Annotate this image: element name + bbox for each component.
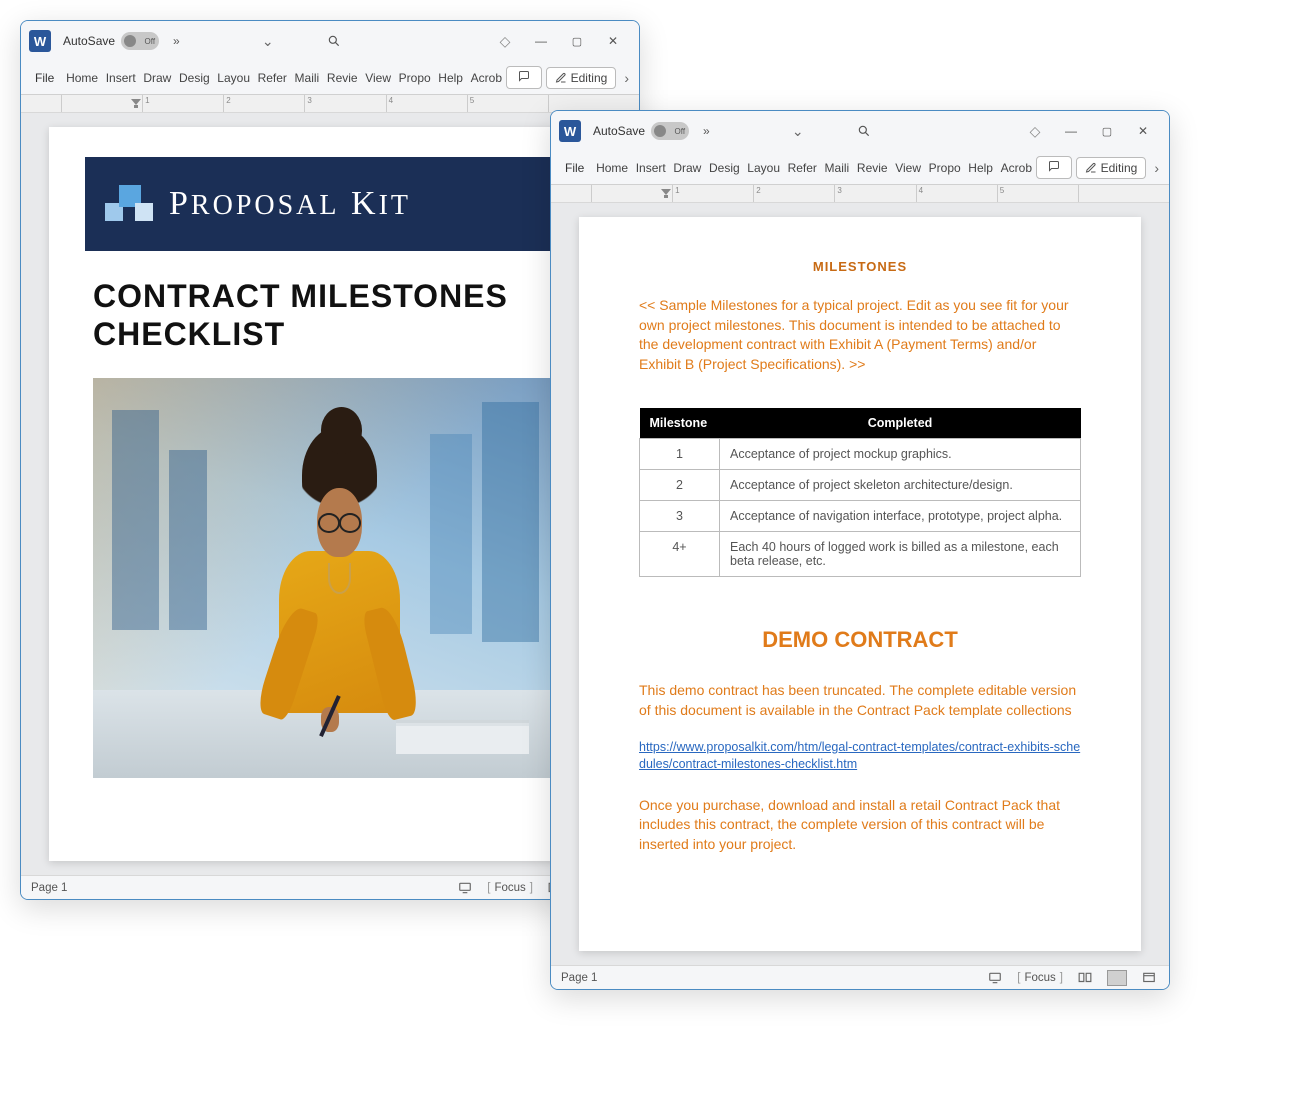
close-button[interactable] (1125, 113, 1161, 149)
status-bar: Page 1 Focus (551, 965, 1169, 989)
autosave-label: AutoSave (63, 34, 115, 48)
maximize-button[interactable]: ▢ (559, 23, 595, 59)
document-page: MILESTONES << Sample Milestones for a ty… (579, 217, 1141, 951)
page-number-label[interactable]: Page 1 (31, 882, 67, 894)
word-app-icon: W (29, 30, 51, 52)
horizontal-ruler[interactable]: 1 2 3 4 5 (551, 185, 1169, 203)
ribbon-tab-insert[interactable]: Insert (102, 65, 140, 91)
word-app-icon: W (559, 120, 581, 142)
maximize-button[interactable]: ▢ (1089, 113, 1125, 149)
ribbon-tab-view[interactable]: View (891, 155, 924, 181)
ribbon-tab-review[interactable]: Revie (323, 65, 361, 91)
qat-dropdown-icon[interactable] (780, 113, 816, 149)
brand-name: PROPOSAL KIT (169, 185, 411, 223)
table-row: 1 Acceptance of project mockup graphics. (640, 439, 1081, 470)
document-area[interactable]: MILESTONES << Sample Milestones for a ty… (551, 203, 1169, 965)
ribbon-tab-file[interactable]: File (557, 155, 592, 181)
table-row: 2 Acceptance of project skeleton archite… (640, 470, 1081, 501)
web-layout-icon[interactable] (1139, 968, 1159, 988)
ribbon-tabs: File Home Insert Draw Desig Layou Refer … (551, 151, 1169, 185)
editing-mode-button[interactable]: Editing (546, 67, 617, 89)
document-page: PROPOSAL KIT CONTRACT MILESTONES CHECKLI… (49, 127, 611, 861)
focus-mode-button[interactable]: Focus (487, 882, 533, 894)
qat-overflow-icon[interactable]: » (173, 34, 180, 48)
table-header-milestone: Milestone (640, 408, 720, 439)
ribbon-tab-review[interactable]: Revie (853, 155, 891, 181)
word-window-2: W AutoSave Off » ▢ File Home Insert Draw… (550, 110, 1170, 990)
ribbon-tab-home[interactable]: Home (592, 155, 632, 181)
minimize-button[interactable] (1053, 113, 1089, 149)
diamond-icon[interactable] (487, 23, 523, 59)
table-row: 3 Acceptance of navigation interface, pr… (640, 501, 1081, 532)
focus-mode-button[interactable]: Focus (1017, 972, 1063, 984)
ribbon-tab-view[interactable]: View (361, 65, 394, 91)
status-bar: Page 1 Focus (21, 875, 639, 899)
comments-button[interactable] (506, 66, 542, 89)
ribbon-tab-help[interactable]: Help (964, 155, 996, 181)
ribbon-tab-mailings[interactable]: Maili (291, 65, 323, 91)
ribbon-tab-help[interactable]: Help (434, 65, 466, 91)
proposal-kit-logo-icon (105, 179, 155, 229)
ribbon-tab-draw[interactable]: Draw (139, 65, 175, 91)
search-icon[interactable] (846, 113, 882, 149)
horizontal-ruler[interactable]: 1 2 3 4 5 (21, 95, 639, 113)
titlebar: W AutoSave Off » ▢ (21, 21, 639, 61)
ribbon-tab-proposal[interactable]: Propo (395, 65, 435, 91)
sample-instructions: << Sample Milestones for a typical proje… (639, 296, 1081, 374)
ribbon-tab-layout[interactable]: Layou (743, 155, 783, 181)
ribbon-tab-acrobat[interactable]: Acrob (997, 155, 1036, 181)
milestones-heading: MILESTONES (639, 259, 1081, 274)
ribbon-tabs: File Home Insert Draw Desig Layou Refer … (21, 61, 639, 95)
demo-link[interactable]: https://www.proposalkit.com/htm/legal-co… (639, 739, 1081, 774)
qat-overflow-icon[interactable]: » (703, 124, 710, 138)
display-settings-icon[interactable] (985, 968, 1005, 988)
qat-dropdown-icon[interactable] (250, 23, 286, 59)
word-window-1: W AutoSave Off » ▢ File Home Insert Draw… (20, 20, 640, 900)
demo-purchase-text: Once you purchase, download and install … (639, 796, 1081, 855)
display-settings-icon[interactable] (455, 878, 475, 898)
ribbon-tab-design[interactable]: Desig (705, 155, 743, 181)
document-area[interactable]: PROPOSAL KIT CONTRACT MILESTONES CHECKLI… (21, 113, 639, 875)
ribbon-tab-draw[interactable]: Draw (669, 155, 705, 181)
demo-heading: DEMO CONTRACT (639, 627, 1081, 653)
table-row: 4+ Each 40 hours of logged work is bille… (640, 532, 1081, 577)
demo-truncated-text: This demo contract has been truncated. T… (639, 681, 1081, 720)
print-layout-icon[interactable] (1107, 968, 1127, 988)
cover-illustration (93, 378, 567, 778)
brand-banner: PROPOSAL KIT (85, 157, 575, 251)
milestones-table: Milestone Completed 1 Acceptance of proj… (639, 408, 1081, 577)
editing-mode-button[interactable]: Editing (1076, 157, 1147, 179)
ribbon-expand-icon[interactable]: › (620, 70, 633, 86)
ribbon-tab-design[interactable]: Desig (175, 65, 213, 91)
ribbon-expand-icon[interactable]: › (1150, 160, 1163, 176)
autosave-toggle[interactable]: Off (651, 122, 689, 140)
comments-button[interactable] (1036, 156, 1072, 179)
document-title: CONTRACT MILESTONES CHECKLIST (93, 277, 567, 354)
ribbon-tab-proposal[interactable]: Propo (925, 155, 965, 181)
autosave-toggle[interactable]: Off (121, 32, 159, 50)
ribbon-tab-insert[interactable]: Insert (632, 155, 670, 181)
ribbon-tab-mailings[interactable]: Maili (821, 155, 853, 181)
ribbon-tab-references[interactable]: Refer (784, 155, 821, 181)
ribbon-tab-home[interactable]: Home (62, 65, 102, 91)
autosave-label: AutoSave (593, 124, 645, 138)
ribbon-tab-file[interactable]: File (27, 65, 62, 91)
page-number-label[interactable]: Page 1 (561, 972, 597, 984)
diamond-icon[interactable] (1017, 113, 1053, 149)
table-header-completed: Completed (720, 408, 1081, 439)
search-icon[interactable] (316, 23, 352, 59)
ribbon-tab-references[interactable]: Refer (254, 65, 291, 91)
minimize-button[interactable] (523, 23, 559, 59)
ribbon-tab-layout[interactable]: Layou (213, 65, 253, 91)
ribbon-tab-acrobat[interactable]: Acrob (467, 65, 506, 91)
read-mode-icon[interactable] (1075, 968, 1095, 988)
close-button[interactable] (595, 23, 631, 59)
titlebar: W AutoSave Off » ▢ (551, 111, 1169, 151)
